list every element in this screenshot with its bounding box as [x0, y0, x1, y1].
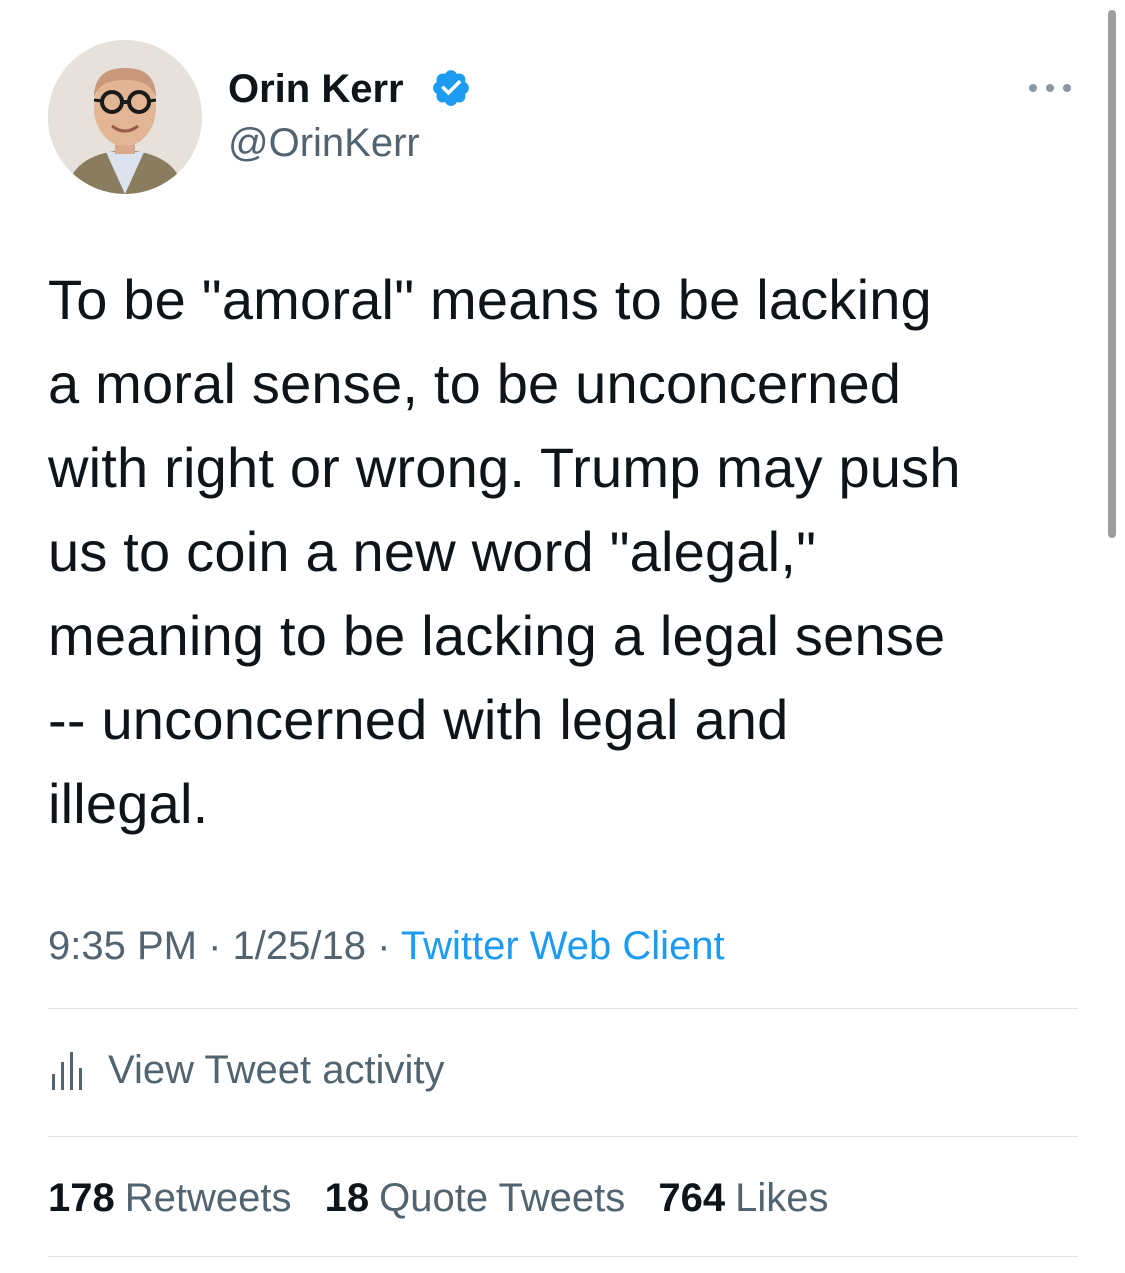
author-name[interactable]: Orin Kerr [228, 66, 404, 112]
meta-separator: · [208, 924, 222, 968]
likes-stat[interactable]: 764 Likes [658, 1172, 828, 1224]
engagement-stats: 178 Retweets 18 Quote Tweets 764 Likes [48, 1172, 850, 1224]
tweet-text: To be "amoral" means to be lacking a mor… [48, 268, 961, 835]
likes-label: Likes [735, 1176, 829, 1220]
retweets-label: Retweets [124, 1176, 292, 1220]
quote-tweets-stat[interactable]: 18 Quote Tweets [325, 1172, 626, 1224]
quote-tweets-count: 18 [324, 1176, 370, 1220]
author-handle[interactable]: @OrinKerr [228, 120, 420, 166]
divider [48, 1256, 1078, 1257]
avatar-image [48, 40, 202, 194]
tweet-meta: 9:35 PM · 1/25/18 · Twitter Web Client [48, 922, 725, 970]
divider [48, 1008, 1078, 1009]
tweet-date[interactable]: 1/25/18 [233, 924, 366, 968]
quote-tweets-label: Quote Tweets [379, 1176, 626, 1220]
tweet-source-link[interactable]: Twitter Web Client [401, 924, 725, 968]
likes-count: 764 [658, 1176, 726, 1220]
tweet-time[interactable]: 9:35 PM [48, 924, 197, 968]
retweets-stat[interactable]: 178 Retweets [48, 1172, 292, 1224]
meta-separator: · [377, 924, 391, 968]
view-tweet-activity-button[interactable]: View Tweet activity [48, 1040, 444, 1100]
bar-chart-icon [52, 1052, 82, 1090]
avatar[interactable] [48, 40, 202, 194]
scrollbar[interactable] [1108, 10, 1116, 538]
view-tweet-activity-label: View Tweet activity [108, 1047, 445, 1092]
divider [48, 1136, 1078, 1137]
more-horizontal-icon[interactable] [1024, 72, 1076, 104]
verified-badge-icon [433, 70, 469, 106]
retweets-count: 178 [48, 1176, 115, 1220]
